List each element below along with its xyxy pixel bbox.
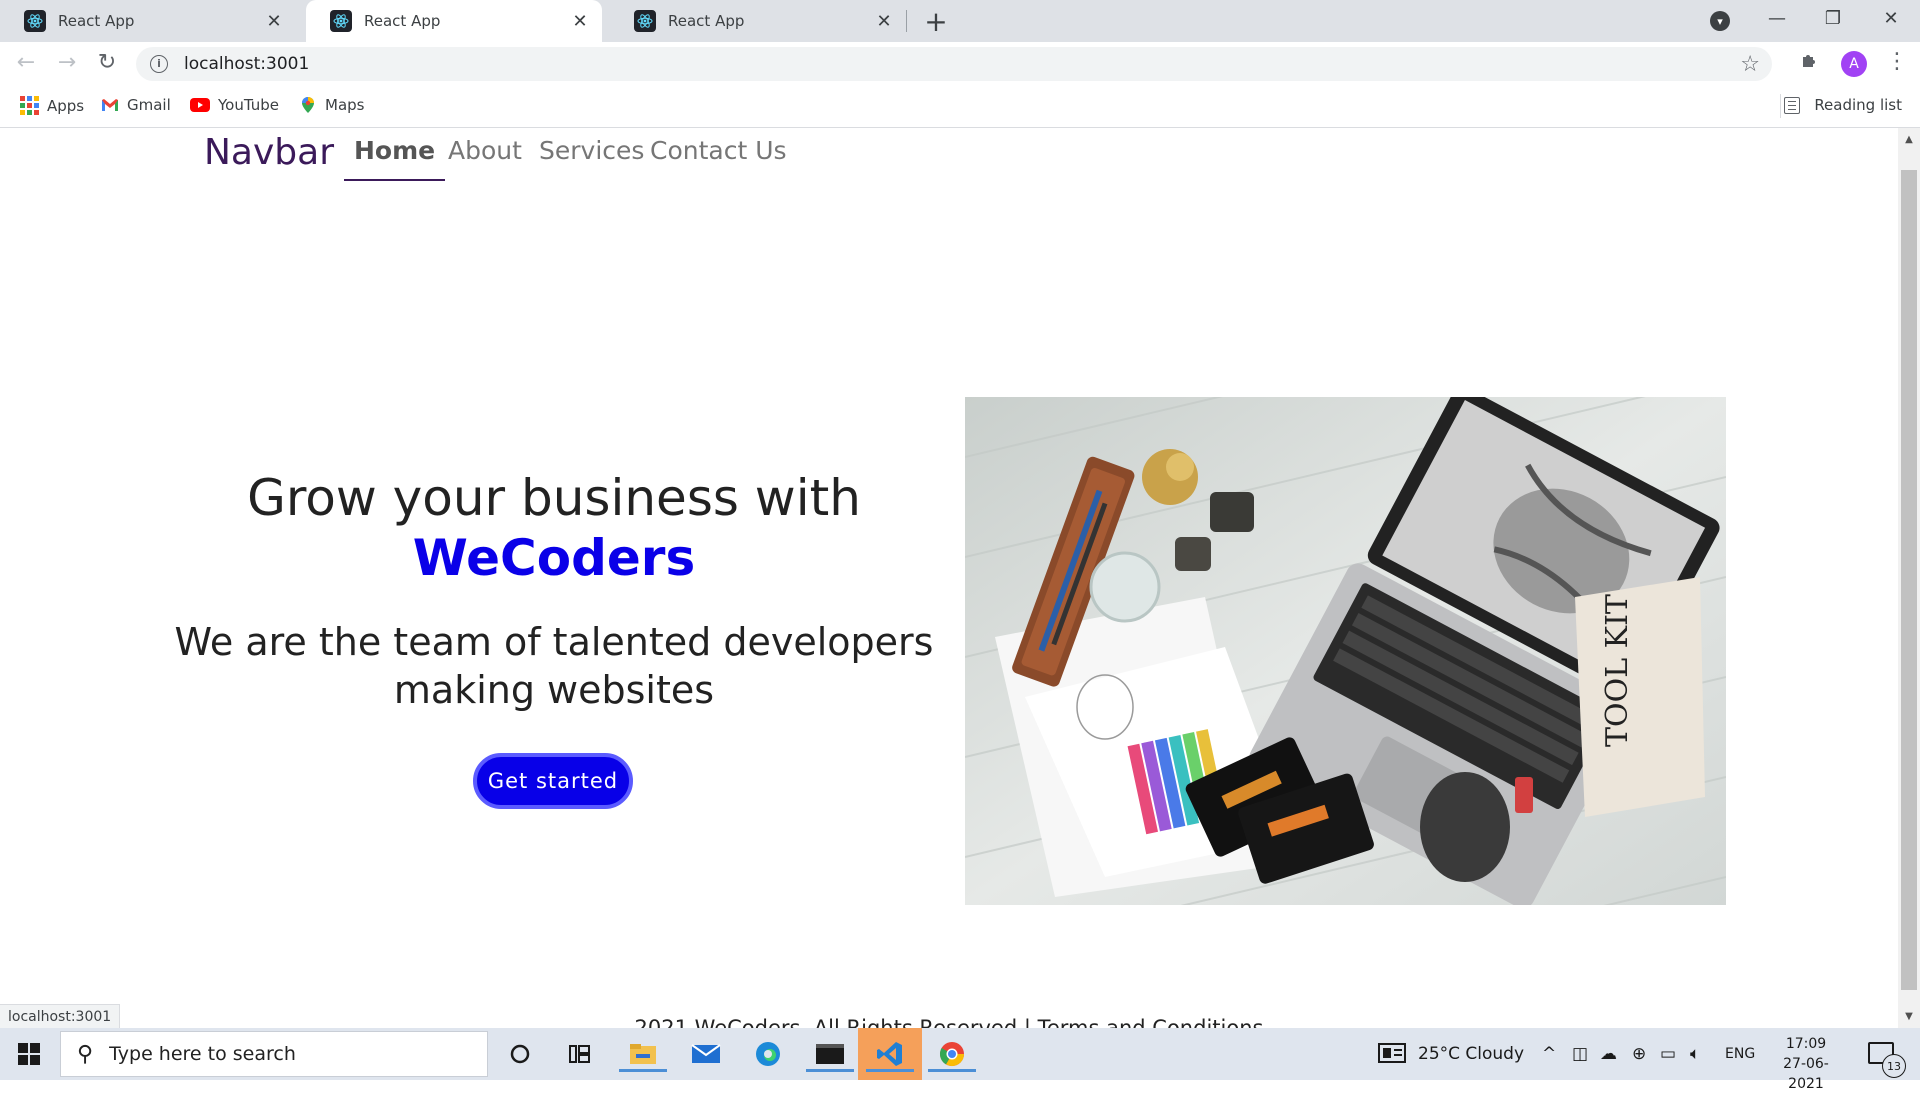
chrome-icon[interactable] xyxy=(928,1036,976,1072)
extensions-icon[interactable] xyxy=(1800,50,1820,75)
cortana-icon[interactable] xyxy=(502,1036,538,1072)
scroll-up-icon[interactable]: ▲ xyxy=(1898,134,1920,145)
taskbar-clock[interactable]: 17:09 27-06-2021 xyxy=(1766,1034,1846,1094)
restore-icon[interactable]: ❐ xyxy=(1818,8,1848,29)
bookmarks-divider xyxy=(1780,94,1781,118)
new-tab-button[interactable]: + xyxy=(921,5,951,38)
page-scrollbar[interactable]: ▲ ▼ xyxy=(1898,128,1920,1028)
window-close-icon[interactable]: ✕ xyxy=(1876,8,1906,29)
page-viewport: Navbar Home About Services Contact Us Gr… xyxy=(0,128,1898,1028)
clock-date: 27-06-2021 xyxy=(1783,1056,1829,1092)
close-tab-icon[interactable]: ✕ xyxy=(874,11,894,32)
reload-icon[interactable]: ↻ xyxy=(93,50,121,75)
browser-tab-1[interactable]: React App ✕ xyxy=(0,0,296,42)
back-icon[interactable]: ← xyxy=(12,50,40,75)
battery-icon[interactable]: ▭ xyxy=(1660,1044,1676,1064)
react-icon xyxy=(634,10,656,32)
bookmark-youtube[interactable]: YouTube xyxy=(190,96,279,114)
nav-link-home[interactable]: Home xyxy=(343,136,446,181)
forward-icon[interactable]: → xyxy=(53,50,81,75)
weather-icon[interactable] xyxy=(1378,1042,1406,1069)
address-bar[interactable]: i localhost:3001 ☆ xyxy=(136,47,1772,81)
navbar-brand[interactable]: Navbar xyxy=(204,132,334,173)
notification-count-badge: 13 xyxy=(1882,1054,1906,1078)
close-tab-icon[interactable]: ✕ xyxy=(570,11,590,32)
react-icon xyxy=(330,10,352,32)
browser-menu-icon[interactable]: ⋮ xyxy=(1886,49,1908,74)
apps-grid-icon xyxy=(20,96,39,115)
show-hidden-icons-icon[interactable]: ^ xyxy=(1542,1044,1556,1064)
weather-text[interactable]: 25°C Cloudy xyxy=(1418,1044,1524,1064)
onedrive-icon[interactable]: ☁ xyxy=(1600,1044,1617,1064)
mail-icon[interactable] xyxy=(688,1036,724,1072)
nav-link-services[interactable]: Services xyxy=(539,136,644,165)
nav-link-about[interactable]: About xyxy=(448,136,522,165)
browser-tab-2[interactable]: React App ✕ xyxy=(306,0,602,42)
bookmark-maps[interactable]: Maps xyxy=(299,96,364,114)
browser-toolbar: ← → ↻ i localhost:3001 ☆ A ⋮ xyxy=(0,42,1920,86)
reading-list-label: Reading list xyxy=(1814,96,1902,114)
terminal-icon[interactable] xyxy=(806,1036,854,1072)
address-url[interactable]: localhost:3001 xyxy=(184,54,309,74)
hero-subtitle: We are the team of talented developers m… xyxy=(174,620,934,712)
close-tab-icon[interactable]: ✕ xyxy=(264,11,284,32)
reading-list-icon xyxy=(1784,96,1801,114)
tab-title: React App xyxy=(58,12,135,30)
taskbar-search[interactable]: ⚲ xyxy=(60,1031,488,1077)
reading-list-button[interactable]: Reading list xyxy=(1784,96,1902,114)
site-navbar: Navbar Home About Services Contact Us xyxy=(0,128,1898,184)
react-icon xyxy=(24,10,46,32)
meet-now-icon[interactable]: ◫ xyxy=(1572,1044,1588,1064)
hero-title: Grow your business with WeCoders xyxy=(170,468,938,588)
footer-text: 2021 WeCoders. All Rights Reserved | Ter… xyxy=(634,1016,1264,1028)
volume-icon[interactable]: 🔈︎ xyxy=(1690,1044,1700,1064)
bookmarks-bar: Apps Gmail YouTube Maps Reading list xyxy=(0,86,1920,128)
task-view-icon[interactable] xyxy=(562,1036,598,1072)
vscode-icon[interactable] xyxy=(866,1036,914,1072)
bookmark-label: Gmail xyxy=(127,96,171,114)
get-started-button[interactable]: Get started xyxy=(473,753,633,809)
windows-start-icon[interactable] xyxy=(18,1043,40,1065)
nav-link-contact[interactable]: Contact Us xyxy=(650,136,787,165)
youtube-icon xyxy=(190,98,210,112)
network-icon[interactable]: ⊕ xyxy=(1632,1044,1646,1064)
maps-icon xyxy=(299,96,317,114)
language-indicator[interactable]: ENG xyxy=(1725,1046,1755,1062)
browser-tab-3[interactable]: React App ✕ xyxy=(610,0,906,42)
taskbar: ⚲ 25°C Cloudy ^ ◫ ☁ ⊕ ▭ 🔈︎ ENG 17:09 27- xyxy=(0,1028,1920,1092)
browser-tabstrip: React App ✕ React App ✕ React App ✕ + ▾ … xyxy=(0,0,1920,42)
tab-title: React App xyxy=(364,12,441,30)
search-icon: ⚲ xyxy=(77,1041,94,1067)
tab-title: React App xyxy=(668,12,745,30)
scrollbar-thumb[interactable] xyxy=(1901,170,1917,990)
clock-time: 17:09 xyxy=(1785,1036,1827,1052)
scroll-down-icon[interactable]: ▼ xyxy=(1898,1011,1920,1022)
bookmark-apps[interactable]: Apps xyxy=(20,96,84,115)
gmail-icon xyxy=(101,98,119,112)
site-info-icon[interactable]: i xyxy=(150,55,168,73)
bookmark-label: Apps xyxy=(47,96,85,115)
bookmark-gmail[interactable]: Gmail xyxy=(101,96,171,114)
taskbar-search-input[interactable] xyxy=(107,1042,452,1066)
tab-separator xyxy=(906,10,907,32)
minimize-icon[interactable]: — xyxy=(1762,8,1792,29)
hero-image: TOOL KIT xyxy=(965,397,1726,905)
bookmark-label: Maps xyxy=(325,96,365,114)
hero-title-prefix: Grow your business with xyxy=(247,469,861,527)
status-bubble: localhost:3001 xyxy=(0,1004,121,1030)
file-explorer-icon[interactable] xyxy=(619,1036,667,1072)
bookmark-label: YouTube xyxy=(218,96,279,114)
edge-icon[interactable] xyxy=(750,1036,786,1072)
hero-title-brand: WeCoders xyxy=(412,529,696,587)
tab-search-icon[interactable]: ▾ xyxy=(1710,11,1730,31)
profile-avatar[interactable]: A xyxy=(1841,51,1867,77)
bookmark-star-icon[interactable]: ☆ xyxy=(1740,52,1760,77)
tool-kit-lettering: TOOL KIT xyxy=(1600,594,1635,747)
